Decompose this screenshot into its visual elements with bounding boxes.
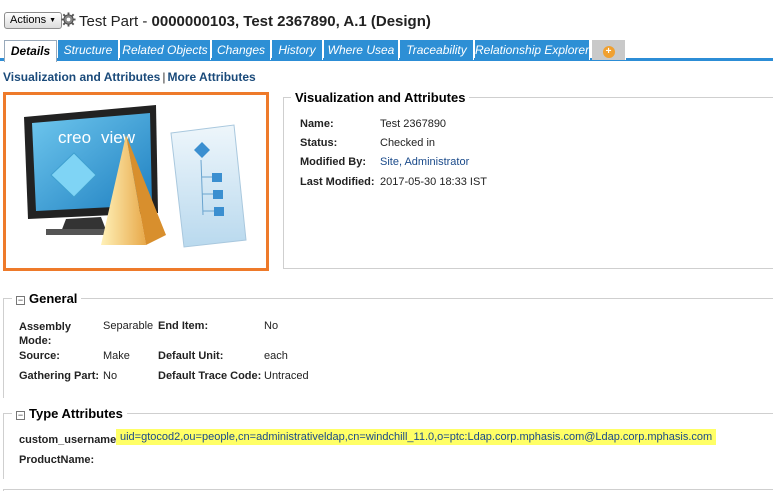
default-trace-code-value-text: Untraced: [264, 370, 309, 382]
tab-details[interactable]: Details: [4, 40, 57, 62]
name-label: Name:: [300, 118, 334, 130]
status-value-text: Checked in: [380, 137, 436, 149]
status-row: Status:: [300, 137, 337, 149]
tab-changes-label: Changes: [216, 43, 266, 57]
type-attributes-title: Type Attributes: [29, 406, 123, 421]
title-prefix: Test Part -: [79, 13, 152, 30]
product-name-label: ProductName:: [19, 454, 94, 466]
gathering-part-label: Gathering Part:: [19, 370, 99, 382]
tab-relationship-explorer[interactable]: Relationship Explorer: [475, 40, 590, 60]
default-unit-label: Default Unit:: [158, 350, 223, 362]
default-trace-code-label: Default Trace Code:: [158, 370, 261, 382]
tab-bar: Details Structure Related Objects Change…: [0, 40, 773, 62]
last-modified-row: Last Modified:: [300, 176, 375, 188]
default-trace-code-label-text: Default Trace Code:: [158, 370, 262, 382]
last-modified-label: Last Modified:: [300, 176, 375, 188]
actions-menu-button[interactable]: Actions ▼: [4, 12, 63, 29]
general-section: [3, 298, 773, 398]
part-type-icon: [61, 12, 76, 27]
visualization-thumbnail[interactable]: creo view: [3, 92, 269, 271]
default-trace-code-value: Untraced: [264, 370, 309, 382]
tab-structure[interactable]: Structure: [58, 40, 119, 60]
tab-traceability[interactable]: Traceability: [400, 40, 474, 60]
modified-by-value: Site, Administrator: [380, 156, 469, 168]
tab-relationship-explorer-label: Relationship Explorer: [475, 43, 590, 57]
tab-structure-label: Structure: [63, 43, 113, 57]
tab-related-objects[interactable]: Related Objects: [120, 40, 211, 60]
gathering-part-value-text: No: [103, 370, 118, 382]
type-attributes-section: [3, 413, 773, 479]
assembly-mode-label-line1: Assembly: [19, 321, 71, 333]
tab-where-used-label: Where Usea: [327, 43, 395, 57]
collapse-icon[interactable]: −: [16, 296, 25, 305]
end-item-label: End Item:: [158, 320, 208, 332]
gathering-part-label-text: Gathering Part:: [19, 370, 100, 382]
default-unit-value-text: each: [264, 350, 288, 362]
collapse-icon[interactable]: −: [16, 411, 25, 420]
custom-username-label-text: custom_username:: [19, 434, 120, 446]
last-modified-value-text: 2017-05-30 18:33 IST: [380, 176, 488, 188]
name-value: Test 2367890: [380, 118, 446, 130]
source-value: Make: [103, 350, 130, 362]
more-attributes-link[interactable]: More Attributes: [167, 70, 255, 84]
end-item-value: No: [264, 320, 278, 332]
brand-suffix: view: [101, 128, 136, 147]
source-label-text: Source:: [19, 350, 60, 362]
general-title: General: [29, 291, 78, 306]
title-identifier: 0000000103, Test 2367890, A.1 (Design): [151, 13, 431, 30]
visualization-attributes-link[interactable]: Visualization and Attributes: [3, 70, 160, 84]
tab-traceability-label: Traceability: [406, 43, 467, 57]
page-header: Actions ▼ Test Part - 0000000103, Test 2…: [0, 0, 773, 36]
tab-related-objects-label: Related Objects: [122, 43, 208, 57]
custom-username-value-text: uid=gtocod2,ou=people,cn=administrativel…: [116, 429, 717, 445]
name-row: Name:: [300, 118, 334, 130]
end-item-value-text: No: [264, 320, 279, 332]
tab-history[interactable]: History: [272, 40, 323, 60]
tab-where-used[interactable]: Where Usea: [324, 40, 399, 60]
custom-username-value: uid=gtocod2,ou=people,cn=administrativel…: [116, 429, 717, 445]
link-separator: |: [162, 70, 166, 84]
type-attributes-section-header[interactable]: − Type Attributes: [12, 406, 127, 421]
source-label: Source:: [19, 350, 60, 362]
modified-by-label: Modified By:: [300, 156, 366, 168]
status-value: Checked in: [380, 137, 435, 149]
tab-changes[interactable]: Changes: [212, 40, 271, 60]
name-value-text: Test 2367890: [380, 118, 447, 130]
assembly-mode-value: Separable: [103, 320, 153, 332]
product-name-label-text: ProductName:: [19, 454, 95, 466]
assembly-mode-label: Assembly Mode:: [19, 320, 71, 348]
default-unit-value: each: [264, 350, 288, 362]
tab-history-label: History: [278, 43, 316, 57]
general-section-header[interactable]: − General: [12, 291, 82, 306]
default-unit-label-text: Default Unit:: [158, 350, 224, 362]
add-tab-button[interactable]: +: [592, 40, 626, 60]
custom-username-label: custom_username:: [19, 434, 120, 446]
modified-by-row: Modified By:: [300, 156, 366, 168]
page-title: Test Part - 0000000103, Test 2367890, A.…: [79, 13, 431, 30]
brand-text: creo: [58, 128, 91, 147]
plus-icon: +: [602, 46, 615, 58]
tab-details-label: Details: [10, 44, 51, 58]
source-value-text: Make: [103, 350, 130, 362]
actions-label: Actions: [10, 14, 47, 26]
modified-by-link[interactable]: Site, Administrator: [380, 156, 469, 168]
gathering-part-value: No: [103, 370, 117, 382]
assembly-mode-label-line2: Mode:: [19, 335, 52, 347]
status-label: Status:: [300, 137, 338, 149]
section-links: Visualization and Attributes | More Attrib…: [3, 70, 256, 84]
creo-view-thumbnail-image: creo view: [24, 105, 247, 248]
assembly-mode-value-text: Separable: [103, 320, 154, 332]
last-modified-value: 2017-05-30 18:33 IST: [380, 176, 487, 188]
end-item-label-text: End Item:: [158, 320, 209, 332]
visualization-attributes-title: Visualization and Attributes: [291, 90, 470, 105]
chevron-down-icon: ▼: [49, 17, 57, 24]
